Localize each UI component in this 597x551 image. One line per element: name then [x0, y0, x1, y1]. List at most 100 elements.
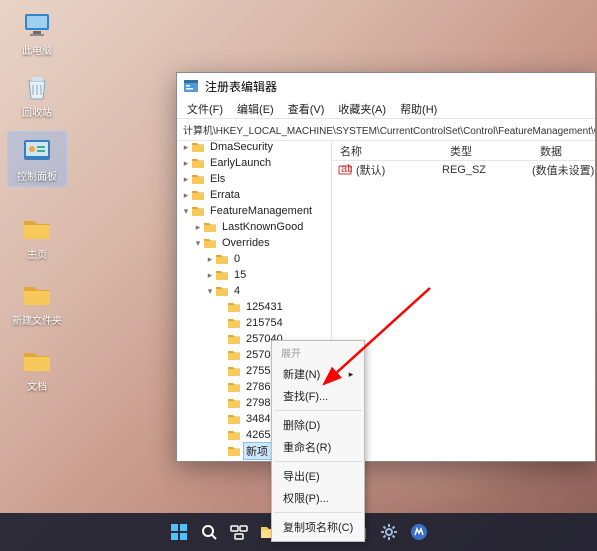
start-button[interactable] — [167, 520, 191, 544]
expand-icon[interactable]: ▸ — [181, 190, 191, 201]
window-title: 注册表编辑器 — [205, 78, 589, 95]
menu-item-label: 删除(D) — [283, 417, 320, 433]
titlebar[interactable]: 注册表编辑器 — [177, 73, 595, 99]
tree-node-label: Errata — [208, 189, 242, 201]
menu-item-perm[interactable]: 权限(P)... — [273, 487, 363, 509]
desktop-icon-folder-1[interactable]: 主页 — [8, 212, 66, 262]
expand-icon[interactable]: ▸ — [193, 222, 203, 233]
folder-icon — [227, 365, 241, 377]
desktop-icon-folder-3[interactable]: 文档 — [8, 344, 66, 394]
string-value-icon: ab — [338, 163, 352, 177]
menu-item-label: 导出(E) — [283, 468, 320, 484]
desktop-icon-this-pc[interactable]: 此电脑 — [8, 8, 66, 58]
tree-node-label: Overrides — [220, 237, 272, 249]
tree-node-label: 4 — [232, 285, 242, 297]
menu-item-label: 权限(P)... — [283, 490, 329, 506]
menu-item-label: 新建(N) — [283, 366, 320, 382]
separator — [274, 410, 362, 411]
menu-item-export[interactable]: 导出(E) — [273, 465, 363, 487]
desktop-icon-label: 新建文件夹 — [8, 316, 66, 328]
tree-node[interactable]: ▸15 — [177, 267, 331, 283]
menu-item-copykey[interactable]: 复制项名称(C) — [273, 516, 363, 538]
tree-node[interactable]: ▸EarlyLaunch — [177, 155, 331, 171]
collapse-icon[interactable]: ▾ — [205, 286, 215, 297]
col-type[interactable]: 类型 — [442, 143, 532, 159]
submenu-arrow-icon: ▸ — [349, 369, 354, 380]
collapse-icon[interactable]: ▾ — [181, 206, 191, 217]
app-icon[interactable] — [407, 520, 431, 544]
folder-icon — [227, 445, 241, 457]
regedit-window: 注册表编辑器 文件(F)编辑(E)查看(V)收藏夹(A)帮助(H) 计算机\HK… — [176, 72, 596, 462]
tree-node[interactable]: 125431 — [177, 299, 331, 315]
folder-icon — [215, 269, 229, 281]
folder-icon — [227, 397, 241, 409]
menu-item-new[interactable]: 新建(N) ▸ — [273, 363, 363, 385]
separator — [274, 512, 362, 513]
folder-2-icon — [20, 278, 54, 312]
tree-node[interactable]: ▸LastKnownGood — [177, 219, 331, 235]
this-pc-icon — [20, 8, 54, 42]
settings-icon[interactable] — [377, 520, 401, 544]
tree-node[interactable]: ▸Els — [177, 171, 331, 187]
desktop-icon-label: 主页 — [8, 250, 66, 262]
value-data: (数值未设置) — [532, 162, 595, 178]
expand-icon[interactable]: ▸ — [181, 158, 191, 169]
svg-text:ab: ab — [341, 163, 352, 175]
menubar: 文件(F)编辑(E)查看(V)收藏夹(A)帮助(H) — [177, 99, 595, 119]
col-name[interactable]: 名称 — [332, 143, 442, 159]
menu-item[interactable]: 编辑(E) — [231, 99, 280, 119]
expand-icon[interactable]: ▸ — [181, 174, 191, 185]
address-bar[interactable]: 计算机\HKEY_LOCAL_MACHINE\SYSTEM\CurrentCon… — [177, 119, 595, 141]
control-panel-icon — [20, 134, 54, 168]
expand-icon[interactable]: ▸ — [205, 254, 215, 265]
tree-node[interactable]: 215754 — [177, 315, 331, 331]
tree-node[interactable]: ▸ DmaSecurity — [177, 141, 331, 155]
menu-item-find[interactable]: 查找(F)... — [273, 385, 363, 407]
menu-item[interactable]: 帮助(H) — [394, 99, 443, 119]
col-data[interactable]: 数据 — [532, 143, 595, 159]
folder-icon — [227, 429, 241, 441]
menu-item[interactable]: 文件(F) — [181, 99, 229, 119]
desktop-icon-folder-2[interactable]: 新建文件夹 — [8, 278, 66, 328]
folder-3-icon — [20, 344, 54, 378]
tree-node-label: FeatureManagement — [208, 205, 314, 217]
task-view-icon[interactable] — [227, 520, 251, 544]
tree-node-label: 215754 — [244, 317, 285, 329]
desktop-icon-label: 此电脑 — [8, 46, 66, 58]
folder-icon — [215, 285, 229, 297]
collapse-icon[interactable]: ▾ — [193, 238, 203, 249]
folder-1-icon — [20, 212, 54, 246]
tree-node[interactable]: ▸ Errata — [177, 187, 331, 203]
expand-icon[interactable]: ▸ — [205, 270, 215, 281]
menu-item-rename[interactable]: 重命名(R) — [273, 436, 363, 458]
tree-node[interactable]: ▾ FeatureManagement — [177, 203, 331, 219]
folder-icon — [227, 301, 241, 313]
context-menu-header: 展开 — [273, 344, 363, 363]
tree-node-label: 0 — [232, 253, 242, 265]
tree-node-label: 125431 — [244, 301, 285, 313]
expand-icon[interactable]: ▸ — [181, 142, 191, 153]
values-pane[interactable]: 名称 类型 数据 ab (默认) REG_SZ (数值未设置) — [332, 141, 595, 461]
desktop-icon-label: 文档 — [8, 382, 66, 394]
folder-icon — [203, 221, 217, 233]
tree-node-label: DmaSecurity — [208, 141, 275, 153]
desktop-icon-recycle-bin[interactable]: 回收站 — [8, 70, 66, 120]
tree-node[interactable]: ▾ Overrides — [177, 235, 331, 251]
menu-item[interactable]: 查看(V) — [282, 99, 331, 119]
tree-node[interactable]: ▸0 — [177, 251, 331, 267]
menu-item-label: 查找(F)... — [283, 388, 328, 404]
menu-item[interactable]: 收藏夹(A) — [332, 99, 392, 119]
folder-icon — [215, 253, 229, 265]
desktop-icon-control-panel[interactable]: 控制面板 — [8, 132, 66, 186]
grid-row[interactable]: ab (默认) REG_SZ (数值未设置) — [332, 161, 595, 179]
search-icon[interactable] — [197, 520, 221, 544]
folder-icon — [191, 173, 205, 185]
folder-icon — [227, 381, 241, 393]
context-menu[interactable]: 展开新建(N) ▸ 查找(F)... 删除(D) 重命名(R) 导出(E) 权限(P)...… — [271, 340, 365, 542]
menu-item-delete[interactable]: 删除(D) — [273, 414, 363, 436]
folder-icon — [227, 317, 241, 329]
separator — [274, 461, 362, 462]
menu-item-label: 复制项名称(C) — [283, 519, 353, 535]
value-name: (默认) — [356, 162, 385, 178]
tree-node[interactable]: ▾4 — [177, 283, 331, 299]
